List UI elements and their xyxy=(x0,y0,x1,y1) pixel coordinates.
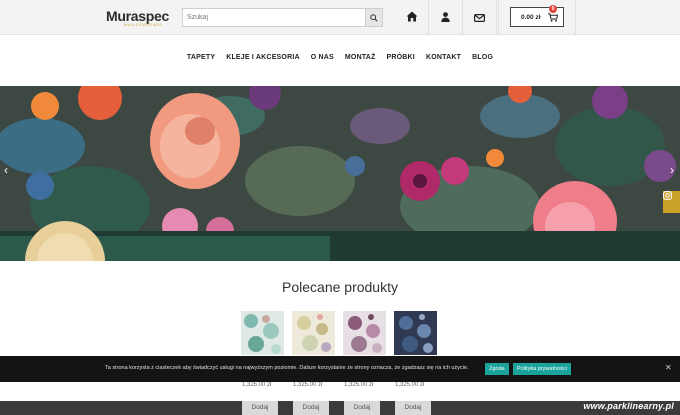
product-price: 1,325.00 zł xyxy=(344,382,374,388)
top-bar: Muraspec WALLCOVERINGS Szukaj 0.00 zł 0 xyxy=(0,0,680,35)
cart-button[interactable]: 0.00 zł 0 xyxy=(510,5,564,27)
main-nav: TAPETY KLEJE I AKCESORIA O NAS MONTAŻ PR… xyxy=(0,52,680,63)
hero-slider[interactable]: ‹ › xyxy=(0,86,680,261)
envelope-icon xyxy=(474,9,486,27)
bottom-strip xyxy=(0,401,680,415)
add-to-cart-button[interactable]: Dodaj xyxy=(344,401,380,415)
cookie-accept-button[interactable]: Zgoda xyxy=(485,363,509,375)
product-card[interactable] xyxy=(394,311,437,360)
cart-count-badge: 0 xyxy=(549,5,557,13)
nav-item-kleje[interactable]: KLEJE I AKCESORIA xyxy=(221,52,306,63)
instagram-link[interactable] xyxy=(663,191,680,213)
nav-item-blog[interactable]: BLOG xyxy=(467,52,499,63)
hero-floral-image xyxy=(0,86,680,261)
product-thumbnail[interactable] xyxy=(394,311,437,355)
product-thumbnail[interactable] xyxy=(241,311,284,355)
cart-icon xyxy=(548,13,559,24)
user-icon xyxy=(441,9,450,27)
cart-total: 0.00 zł xyxy=(521,13,541,21)
nav-item-montaz[interactable]: MONTAŻ xyxy=(339,52,381,63)
product-card[interactable] xyxy=(292,311,335,360)
chevron-right-icon[interactable]: › xyxy=(670,164,674,176)
account-link[interactable] xyxy=(429,0,463,35)
product-price: 1,325.00 zł xyxy=(395,382,425,388)
cookie-bar: Ta strona korzysta z ciasteczek aby świa… xyxy=(0,356,680,382)
logo-tagline: WALLCOVERINGS xyxy=(124,23,163,27)
nav-item-kontakt[interactable]: KONTAKT xyxy=(420,52,466,63)
nav-item-tapety[interactable]: TAPETY xyxy=(181,52,220,63)
add-to-cart-button[interactable]: Dodaj xyxy=(395,401,431,415)
home-link[interactable] xyxy=(395,0,429,35)
product-price: 1,325.00 zł xyxy=(242,382,272,388)
logo[interactable]: Muraspec WALLCOVERINGS xyxy=(106,9,169,28)
contact-link[interactable] xyxy=(463,0,497,35)
nav-item-probki[interactable]: PRÓBKI xyxy=(381,52,420,63)
chevron-left-icon[interactable]: ‹ xyxy=(4,164,8,176)
watermark: www.parklinearny.pl xyxy=(583,401,674,411)
product-thumbnail[interactable] xyxy=(292,311,335,355)
add-to-cart-button[interactable]: Dodaj xyxy=(293,401,329,415)
logo-name: Muraspec xyxy=(106,8,169,24)
search-button[interactable] xyxy=(365,9,382,26)
product-price: 1,325.00 zł xyxy=(293,382,323,388)
search-icon xyxy=(370,9,378,27)
cookie-text: Ta strona korzysta z ciasteczek aby świa… xyxy=(105,365,469,371)
nav-item-o-nas[interactable]: O NAS xyxy=(305,52,339,63)
section-title: Polecane produkty xyxy=(282,279,398,295)
product-card[interactable] xyxy=(241,311,284,360)
product-thumbnail[interactable] xyxy=(343,311,386,355)
product-list xyxy=(241,311,437,360)
home-icon xyxy=(406,9,418,27)
top-icons xyxy=(395,0,497,35)
search-box xyxy=(182,8,383,27)
product-card[interactable] xyxy=(343,311,386,360)
cart-area: 0.00 zł 0 xyxy=(498,0,576,35)
close-icon[interactable]: ✕ xyxy=(665,364,672,372)
add-to-cart-button[interactable]: Dodaj xyxy=(242,401,278,415)
privacy-policy-button[interactable]: Polityka prywatności xyxy=(513,363,571,375)
search-input[interactable] xyxy=(183,9,366,26)
page: Muraspec WALLCOVERINGS Szukaj 0.00 zł 0 … xyxy=(0,0,680,415)
